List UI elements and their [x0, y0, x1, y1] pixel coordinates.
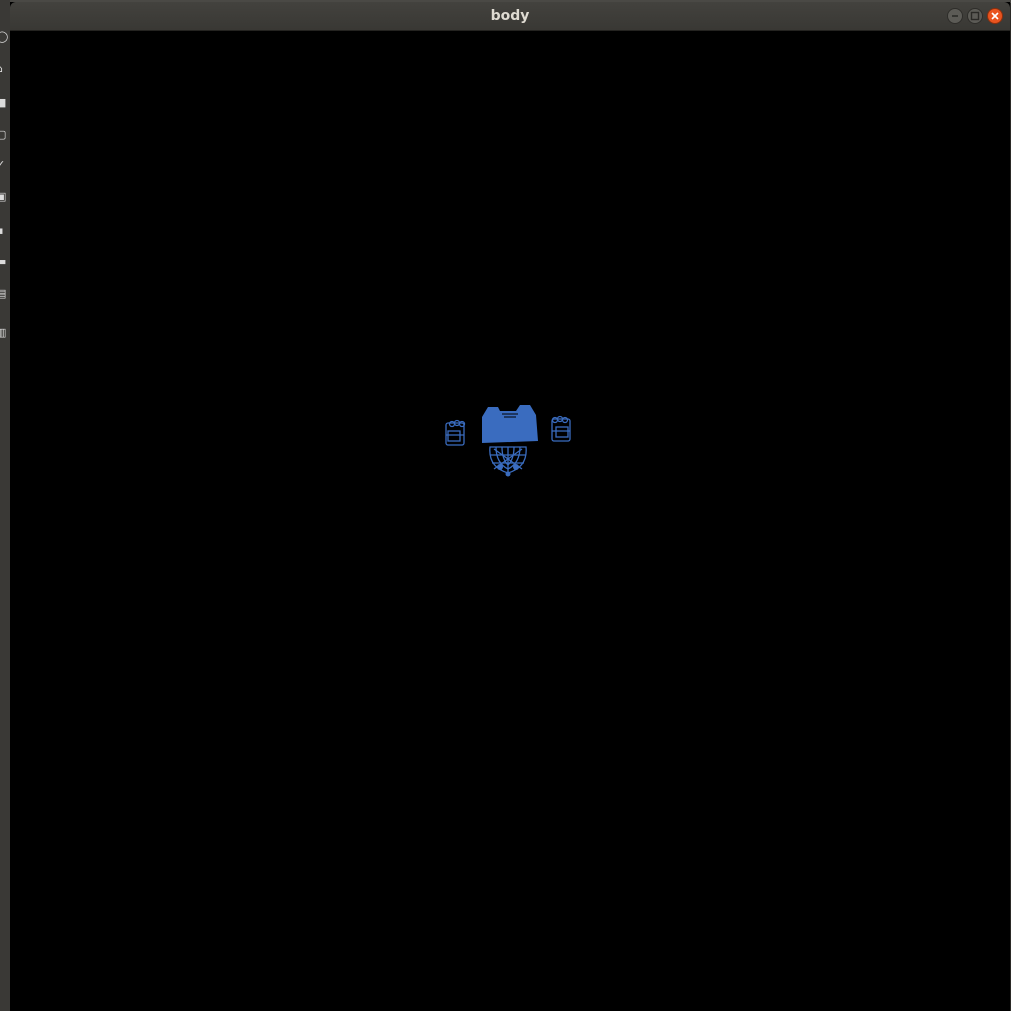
right-finger [551, 416, 559, 424]
launcher-icon[interactable]: ▢ [0, 129, 6, 140]
launcher-icon[interactable]: · [0, 368, 6, 378]
torso-block [482, 405, 538, 443]
hip-joint [497, 464, 503, 470]
right-finger [561, 416, 569, 424]
launcher-icon[interactable]: ▪ [0, 225, 6, 236]
launcher-icon[interactable]: ⌂ [0, 63, 6, 74]
close-icon [991, 12, 999, 20]
desktop-launcher-strip: ◯ ⌂ ■ ▢ ✓ ▣ ▪ ▬ ▤ ▥ · [0, 0, 10, 1011]
render-viewport[interactable] [10, 31, 1010, 1011]
launcher-icon[interactable]: ▣ [0, 191, 6, 202]
hip-joint [505, 471, 511, 477]
left-finger [448, 420, 456, 428]
launcher-icon[interactable]: ▤ [0, 288, 6, 299]
app-window: body [10, 2, 1010, 1011]
title-bar[interactable]: body [10, 2, 1010, 31]
launcher-icon[interactable]: ■ [0, 97, 6, 108]
launcher-icon[interactable]: ✓ [0, 159, 6, 170]
hip-joint [513, 464, 519, 470]
launcher-icon[interactable]: ◯ [0, 31, 8, 42]
launcher-icon[interactable]: ▥ [0, 327, 6, 338]
window-title: body [490, 8, 530, 24]
minimize-button[interactable] [947, 8, 963, 24]
minimize-icon [952, 15, 958, 17]
left-hand-detail [447, 430, 461, 442]
body-model[interactable] [442, 405, 572, 479]
maximize-button[interactable] [967, 8, 983, 24]
close-button[interactable] [987, 8, 1003, 24]
maximize-icon [970, 11, 980, 21]
launcher-icon[interactable]: ▬ [0, 256, 6, 267]
right-hand-detail [555, 426, 569, 438]
